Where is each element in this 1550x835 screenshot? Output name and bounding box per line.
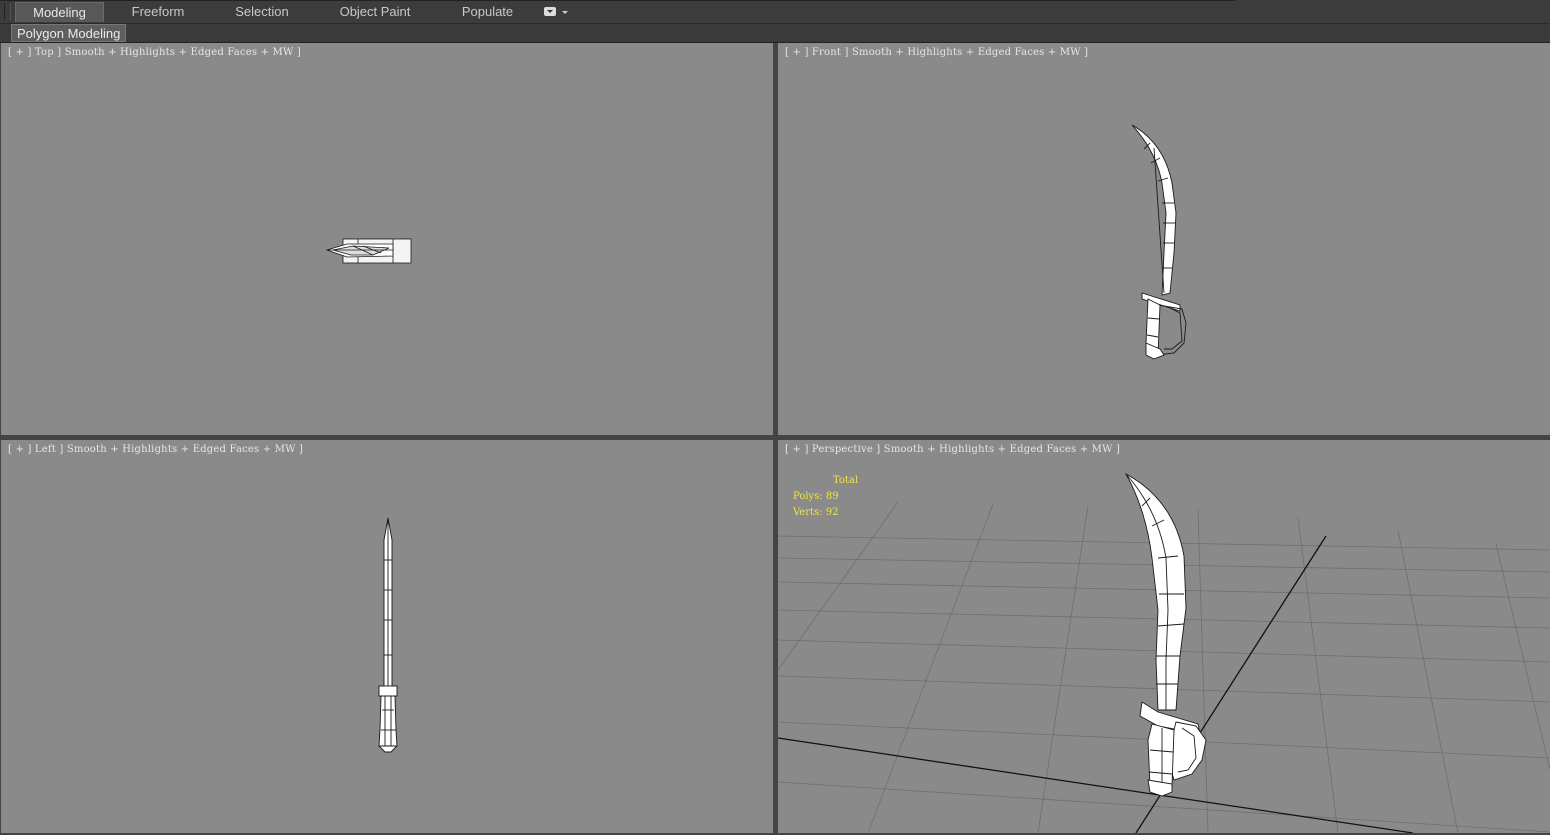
viewport-perspective[interactable]: [ + ] Perspective ] Smooth + Highlights …: [778, 440, 1550, 833]
left-view-sword-mesh: [378, 517, 398, 753]
tab-modeling[interactable]: Modeling: [15, 2, 104, 22]
tab-populate[interactable]: Populate: [450, 2, 525, 22]
front-view-sword-mesh: [1131, 124, 1187, 360]
dropdown-menu-icon[interactable]: [544, 6, 568, 18]
polygon-modeling-panel-button[interactable]: Polygon Modeling: [11, 24, 127, 42]
tab-selection[interactable]: Selection: [222, 2, 302, 22]
stats-verts: Verts: 92: [793, 507, 839, 518]
ribbon-grip-handle[interactable]: [4, 3, 11, 20]
tab-freeform[interactable]: Freeform: [118, 2, 198, 22]
stats-header: Total: [833, 475, 859, 486]
viewport-top[interactable]: [ + ] Top ] Smooth + Highlights + Edged …: [1, 43, 773, 435]
stats-polys: Polys: 89: [793, 491, 839, 502]
ribbon-panel-bar: Polygon Modeling: [0, 24, 1550, 43]
perspective-grid-and-sword: [778, 472, 1550, 833]
viewport-left[interactable]: [ + ] Left ] Smooth + Highlights + Edged…: [1, 440, 773, 833]
viewport-label-perspective[interactable]: [ + ] Perspective ] Smooth + Highlights …: [785, 444, 1120, 455]
tab-object-paint[interactable]: Object Paint: [332, 2, 418, 22]
top-view-sword-mesh: [325, 238, 412, 264]
ribbon-tab-bar: Modeling Freeform Selection Object Paint…: [0, 0, 1550, 24]
ribbon-top-border: [0, 0, 1235, 1]
viewport-front[interactable]: [ + ] Front ] Smooth + Highlights + Edge…: [778, 43, 1550, 435]
